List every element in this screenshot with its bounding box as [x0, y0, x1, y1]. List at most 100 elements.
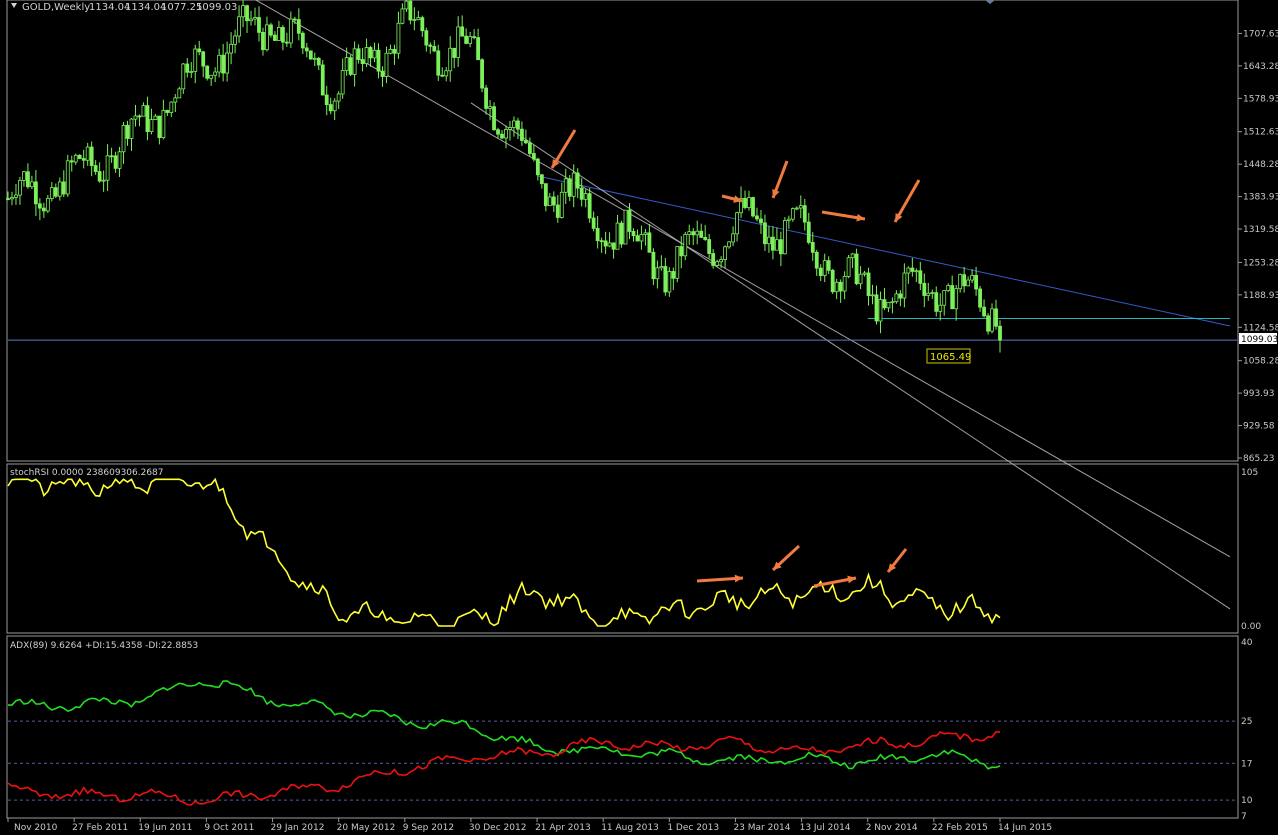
candle-body	[579, 187, 584, 200]
candle-body	[273, 34, 277, 41]
candle-body	[392, 49, 397, 54]
candle-body	[488, 106, 492, 109]
chart-canvas[interactable]: 1707.63 1643.28 1578.93 1512.63 1448.28 1383.…	[0, 0, 1278, 833]
candle-body	[348, 57, 353, 75]
candle-body	[631, 231, 636, 237]
candle-body	[113, 155, 118, 169]
candle-body	[719, 259, 724, 263]
candle-body	[121, 124, 126, 153]
candle-body	[468, 36, 473, 44]
candle-body	[902, 272, 907, 299]
arrow-icon	[550, 129, 577, 169]
candle-body	[878, 299, 883, 322]
candle-body	[49, 187, 54, 199]
candle-body	[826, 260, 831, 271]
annotation-arrows	[550, 129, 921, 588]
candle-body	[707, 239, 712, 254]
candle-body	[755, 215, 759, 220]
candle-body	[177, 88, 182, 99]
candle-body	[360, 59, 365, 64]
candle-body	[436, 50, 441, 76]
candle-body	[396, 22, 401, 54]
dropdown-icon[interactable]	[11, 3, 17, 8]
price-tick-label: 865.23	[1243, 454, 1275, 464]
candle-body	[141, 105, 146, 117]
candle-body	[651, 251, 656, 280]
candle-body	[504, 128, 508, 139]
candle-body	[639, 234, 644, 242]
candle-body	[14, 194, 18, 198]
candle-body	[862, 272, 867, 275]
candle-body	[324, 94, 329, 106]
candle-body	[619, 222, 624, 245]
candle-body	[567, 178, 572, 197]
candle-body	[591, 217, 596, 229]
candle-body	[181, 63, 186, 90]
candle-body	[448, 47, 453, 72]
candle-body	[595, 227, 600, 242]
candle-body	[715, 261, 720, 266]
price-tick-label: 1643.28	[1243, 62, 1278, 72]
candle-body	[695, 230, 700, 236]
price-tick-label: 1058.28	[1243, 357, 1278, 367]
adx-tick-label: 10	[1241, 796, 1253, 806]
candle-body	[265, 24, 269, 51]
candle-body	[798, 205, 803, 209]
candle-body	[201, 51, 206, 67]
adx-tick-label: 17	[1241, 759, 1252, 769]
candle-body	[687, 231, 692, 235]
candle-body	[922, 282, 927, 296]
candle-body	[137, 115, 142, 118]
candle-body	[818, 267, 823, 276]
candle-body	[185, 63, 190, 73]
adx-tick-label: 40	[1241, 638, 1253, 648]
candle-body	[117, 151, 122, 169]
candle-body	[97, 171, 102, 182]
candle-body	[970, 274, 975, 281]
candle-body	[77, 154, 82, 159]
candle-body	[938, 304, 943, 312]
candle-body	[26, 171, 30, 188]
price-tick-label: 1448.28	[1243, 160, 1278, 170]
ohlc-close: 1099.03	[196, 2, 237, 13]
candle-body	[364, 47, 369, 64]
candle-body	[906, 267, 911, 274]
price-tick-label: 1253.28	[1243, 258, 1278, 268]
candle-body	[129, 118, 134, 139]
candle-body	[771, 236, 775, 251]
candle-body	[133, 115, 138, 120]
candle-body	[890, 301, 895, 304]
candle-body	[786, 218, 791, 221]
candle-body	[45, 198, 50, 212]
candle-body	[340, 70, 345, 95]
candle-body	[822, 260, 827, 276]
adx-line-green	[8, 680, 1001, 770]
candle-body	[735, 212, 739, 235]
candle-body	[627, 209, 632, 232]
candle-body	[958, 274, 963, 290]
candle-body	[539, 174, 544, 185]
candle-body	[269, 24, 273, 36]
candle-body	[320, 64, 325, 96]
candle-body	[524, 140, 528, 144]
candle-body	[603, 240, 608, 247]
candle-body	[635, 235, 640, 242]
candle-body	[6, 198, 10, 200]
candle-body	[408, 0, 413, 21]
candle-body	[261, 32, 265, 51]
candle-body	[296, 19, 301, 34]
candle-body	[731, 233, 735, 243]
candle-body	[18, 179, 22, 196]
candle-body	[623, 209, 628, 245]
x-tick-label: 1 Dec 2013	[667, 823, 719, 832]
candle-body	[512, 120, 516, 128]
candle-body	[424, 30, 429, 46]
candle-body	[508, 126, 512, 130]
candle-body	[217, 54, 222, 73]
candle-body	[763, 222, 767, 245]
chart-window: 1707.63 1643.28 1578.93 1512.63 1448.28 1383.…	[0, 0, 1278, 833]
scroll-marker-icon[interactable]	[985, 0, 995, 4]
x-tick-label: 11 Aug 2013	[601, 823, 659, 832]
candle-body	[245, 5, 249, 22]
candle-body	[109, 155, 114, 158]
